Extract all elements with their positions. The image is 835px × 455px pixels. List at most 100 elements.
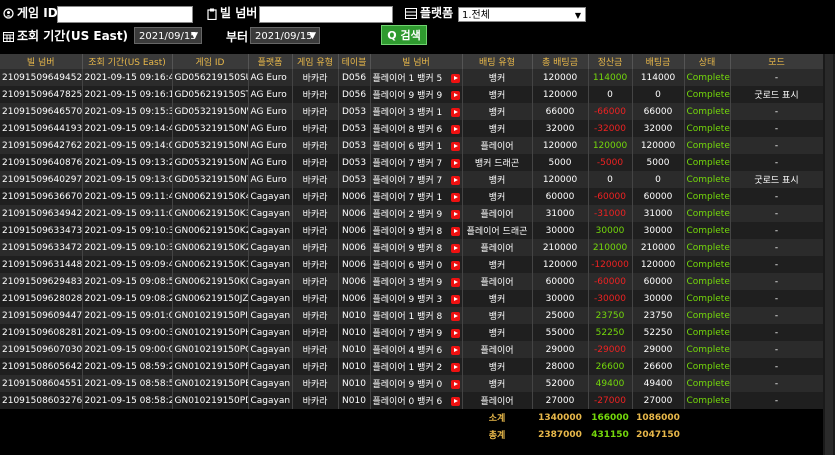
bill-no-input[interactable]	[259, 6, 393, 23]
table-row[interactable]: 210915096402979 2021-09-15 09:13:03 GD0532…	[0, 171, 824, 188]
table-cell: 뱅커 드래곤	[462, 154, 533, 171]
column-header: 빌 넘버	[370, 54, 463, 69]
game-id-input[interactable]	[57, 6, 193, 23]
table-cell: -	[730, 324, 824, 341]
table-cell: 5000	[632, 154, 685, 171]
play-video-icon[interactable]	[450, 227, 460, 236]
table-row[interactable]: 210915096349424 2021-09-15 09:11:04 GN0062…	[0, 205, 824, 222]
table-row[interactable]: 210915096070304 2021-09-15 09:00:02 GN0102…	[0, 341, 824, 358]
table-cell: 바카라	[292, 273, 339, 290]
vertical-scrollbar[interactable]	[823, 54, 835, 455]
play-video-icon[interactable]	[450, 363, 460, 372]
table-cell: Cagayan	[248, 341, 293, 358]
chevron-down-icon: ▼	[191, 31, 198, 41]
bill-no-label: 빌 넘버	[207, 4, 257, 21]
table-row[interactable]: 210915096427626 2021-09-15 09:14:04 GD0532…	[0, 137, 824, 154]
play-video-icon[interactable]	[450, 329, 460, 338]
table-cell: 210915096314488	[0, 256, 83, 273]
search-button-label: 검색	[400, 29, 421, 42]
table-cell: N010	[338, 392, 371, 409]
table-row[interactable]: 210915096441936 2021-09-15 09:14:42 GD0532…	[0, 120, 824, 137]
table-cell: 49400	[588, 375, 633, 392]
table-cell: 2021-09-15 08:58:21	[82, 392, 173, 409]
play-video-icon[interactable]	[450, 397, 460, 406]
table-cell: 30000	[588, 222, 633, 239]
table-row[interactable]: 210915096280284 2021-09-15 09:08:22 GN0062…	[0, 290, 824, 307]
table-row[interactable]: 210915096478259 2021-09-15 09:16:10 GD0562…	[0, 86, 824, 103]
table-row[interactable]: 210915096314488 2021-09-15 09:09:40 GN0062…	[0, 256, 824, 273]
table-row[interactable]: 210915086045518 2021-09-15 08:58:53 GN0102…	[0, 375, 824, 392]
table-cell: GN006219150K2	[172, 239, 249, 256]
table-cell: GN006219150K0	[172, 273, 249, 290]
table-row[interactable]: 210915096366702 2021-09-15 09:11:45 GN0062…	[0, 188, 824, 205]
play-video-icon[interactable]	[450, 159, 460, 168]
table-cell: 플레이어 7 뱅커 7	[370, 154, 463, 171]
table-cell: 30000	[632, 290, 685, 307]
table-cell: 플레이어 9 뱅커 9	[370, 86, 463, 103]
table-cell: 210915086056423	[0, 358, 83, 375]
table-cell: 바카라	[292, 86, 339, 103]
total-row: 총계 2387000 431150 2047150	[0, 426, 823, 443]
platform-select[interactable]: 1.전체 ▼	[458, 7, 586, 22]
table-cell: 플레이어	[462, 273, 533, 290]
table-cell: D053	[338, 171, 371, 188]
table-cell: 2021-09-15 09:13:20	[82, 154, 173, 171]
table-row[interactable]: 210915086056423 2021-09-15 08:59:26 GN0102…	[0, 358, 824, 375]
calendar-icon	[3, 32, 14, 42]
table-row[interactable]: 210915096494526 2021-09-15 09:16:44 GD0562…	[0, 69, 824, 86]
table-cell: 바카라	[292, 120, 339, 137]
table-row[interactable]: 210915096082814 2021-09-15 09:00:34 GN0102…	[0, 324, 824, 341]
result-text: 플레이어 9 뱅커 8	[372, 227, 443, 237]
table-cell: D053	[338, 103, 371, 120]
table-cell: 플레이어 9 뱅커 8	[370, 222, 463, 239]
table-cell: 플레이어 1 뱅커 8	[370, 307, 463, 324]
result-text: 플레이어 0 뱅커 6	[372, 397, 443, 407]
result-text: 플레이어 6 뱅커 1	[372, 142, 443, 152]
play-video-icon[interactable]	[450, 176, 460, 185]
play-video-icon[interactable]	[450, 295, 460, 304]
table-cell: Cagayan	[248, 358, 293, 375]
play-video-icon[interactable]	[450, 261, 460, 270]
table-cell: 210915096441936	[0, 120, 83, 137]
play-video-icon[interactable]	[450, 244, 460, 253]
period-label: 조회 기간(US East)	[3, 27, 128, 44]
chevron-down-icon: ▼	[574, 11, 581, 20]
date-to-select[interactable]: 2021/09/15 ▼	[250, 27, 320, 44]
table-row[interactable]: 210915096465702 2021-09-15 09:15:35 GD0532…	[0, 103, 824, 120]
table-cell: 32000	[632, 120, 685, 137]
table-cell: Cagayan	[248, 273, 293, 290]
table-cell: 2021-09-15 09:08:53	[82, 273, 173, 290]
play-video-icon[interactable]	[450, 91, 460, 100]
table-row[interactable]: 210915096408763 2021-09-15 09:13:20 GD0532…	[0, 154, 824, 171]
play-video-icon[interactable]	[450, 210, 460, 219]
play-video-icon[interactable]	[450, 346, 460, 355]
play-video-icon[interactable]	[450, 312, 460, 321]
play-video-icon[interactable]	[450, 278, 460, 287]
table-cell: Complete	[684, 69, 731, 86]
table-row[interactable]: 210915096094471 2021-09-15 09:01:03 GN0102…	[0, 307, 824, 324]
table-cell: N006	[338, 205, 371, 222]
table-row[interactable]: 210915086032766 2021-09-15 08:58:21 GN0102…	[0, 392, 824, 409]
table-cell: 바카라	[292, 392, 339, 409]
column-header: 상태	[684, 54, 731, 69]
table-cell: D053	[338, 154, 371, 171]
play-video-icon[interactable]	[450, 108, 460, 117]
table-cell: AG Euro	[248, 120, 293, 137]
search-button[interactable]: Q 검색	[381, 25, 427, 45]
table-cell: Cagayan	[248, 290, 293, 307]
scrollbar-thumb[interactable]	[825, 54, 833, 455]
table-cell: GN010219150PD	[172, 392, 249, 409]
play-video-icon[interactable]	[450, 74, 460, 83]
play-video-icon[interactable]	[450, 125, 460, 134]
play-video-icon[interactable]	[450, 193, 460, 202]
table-row[interactable]: 210915096334739 2021-09-15 09:10:32 GN0062…	[0, 222, 824, 239]
table-row[interactable]: 210915096294830 2021-09-15 09:08:53 GN0062…	[0, 273, 824, 290]
table-cell: 2021-09-15 09:16:10	[82, 86, 173, 103]
table-row[interactable]: 210915096334724 2021-09-15 09:10:32 GN0062…	[0, 239, 824, 256]
table-cell: -	[730, 358, 824, 375]
filter-bar: 게임 ID 빌 넘버 플랫폼 1.전체 ▼ 조회 기간(US East) 2021…	[0, 0, 835, 52]
play-video-icon[interactable]	[450, 142, 460, 151]
table-cell: Cagayan	[248, 256, 293, 273]
date-from-select[interactable]: 2021/09/15 ▼	[134, 27, 202, 44]
play-video-icon[interactable]	[450, 380, 460, 389]
